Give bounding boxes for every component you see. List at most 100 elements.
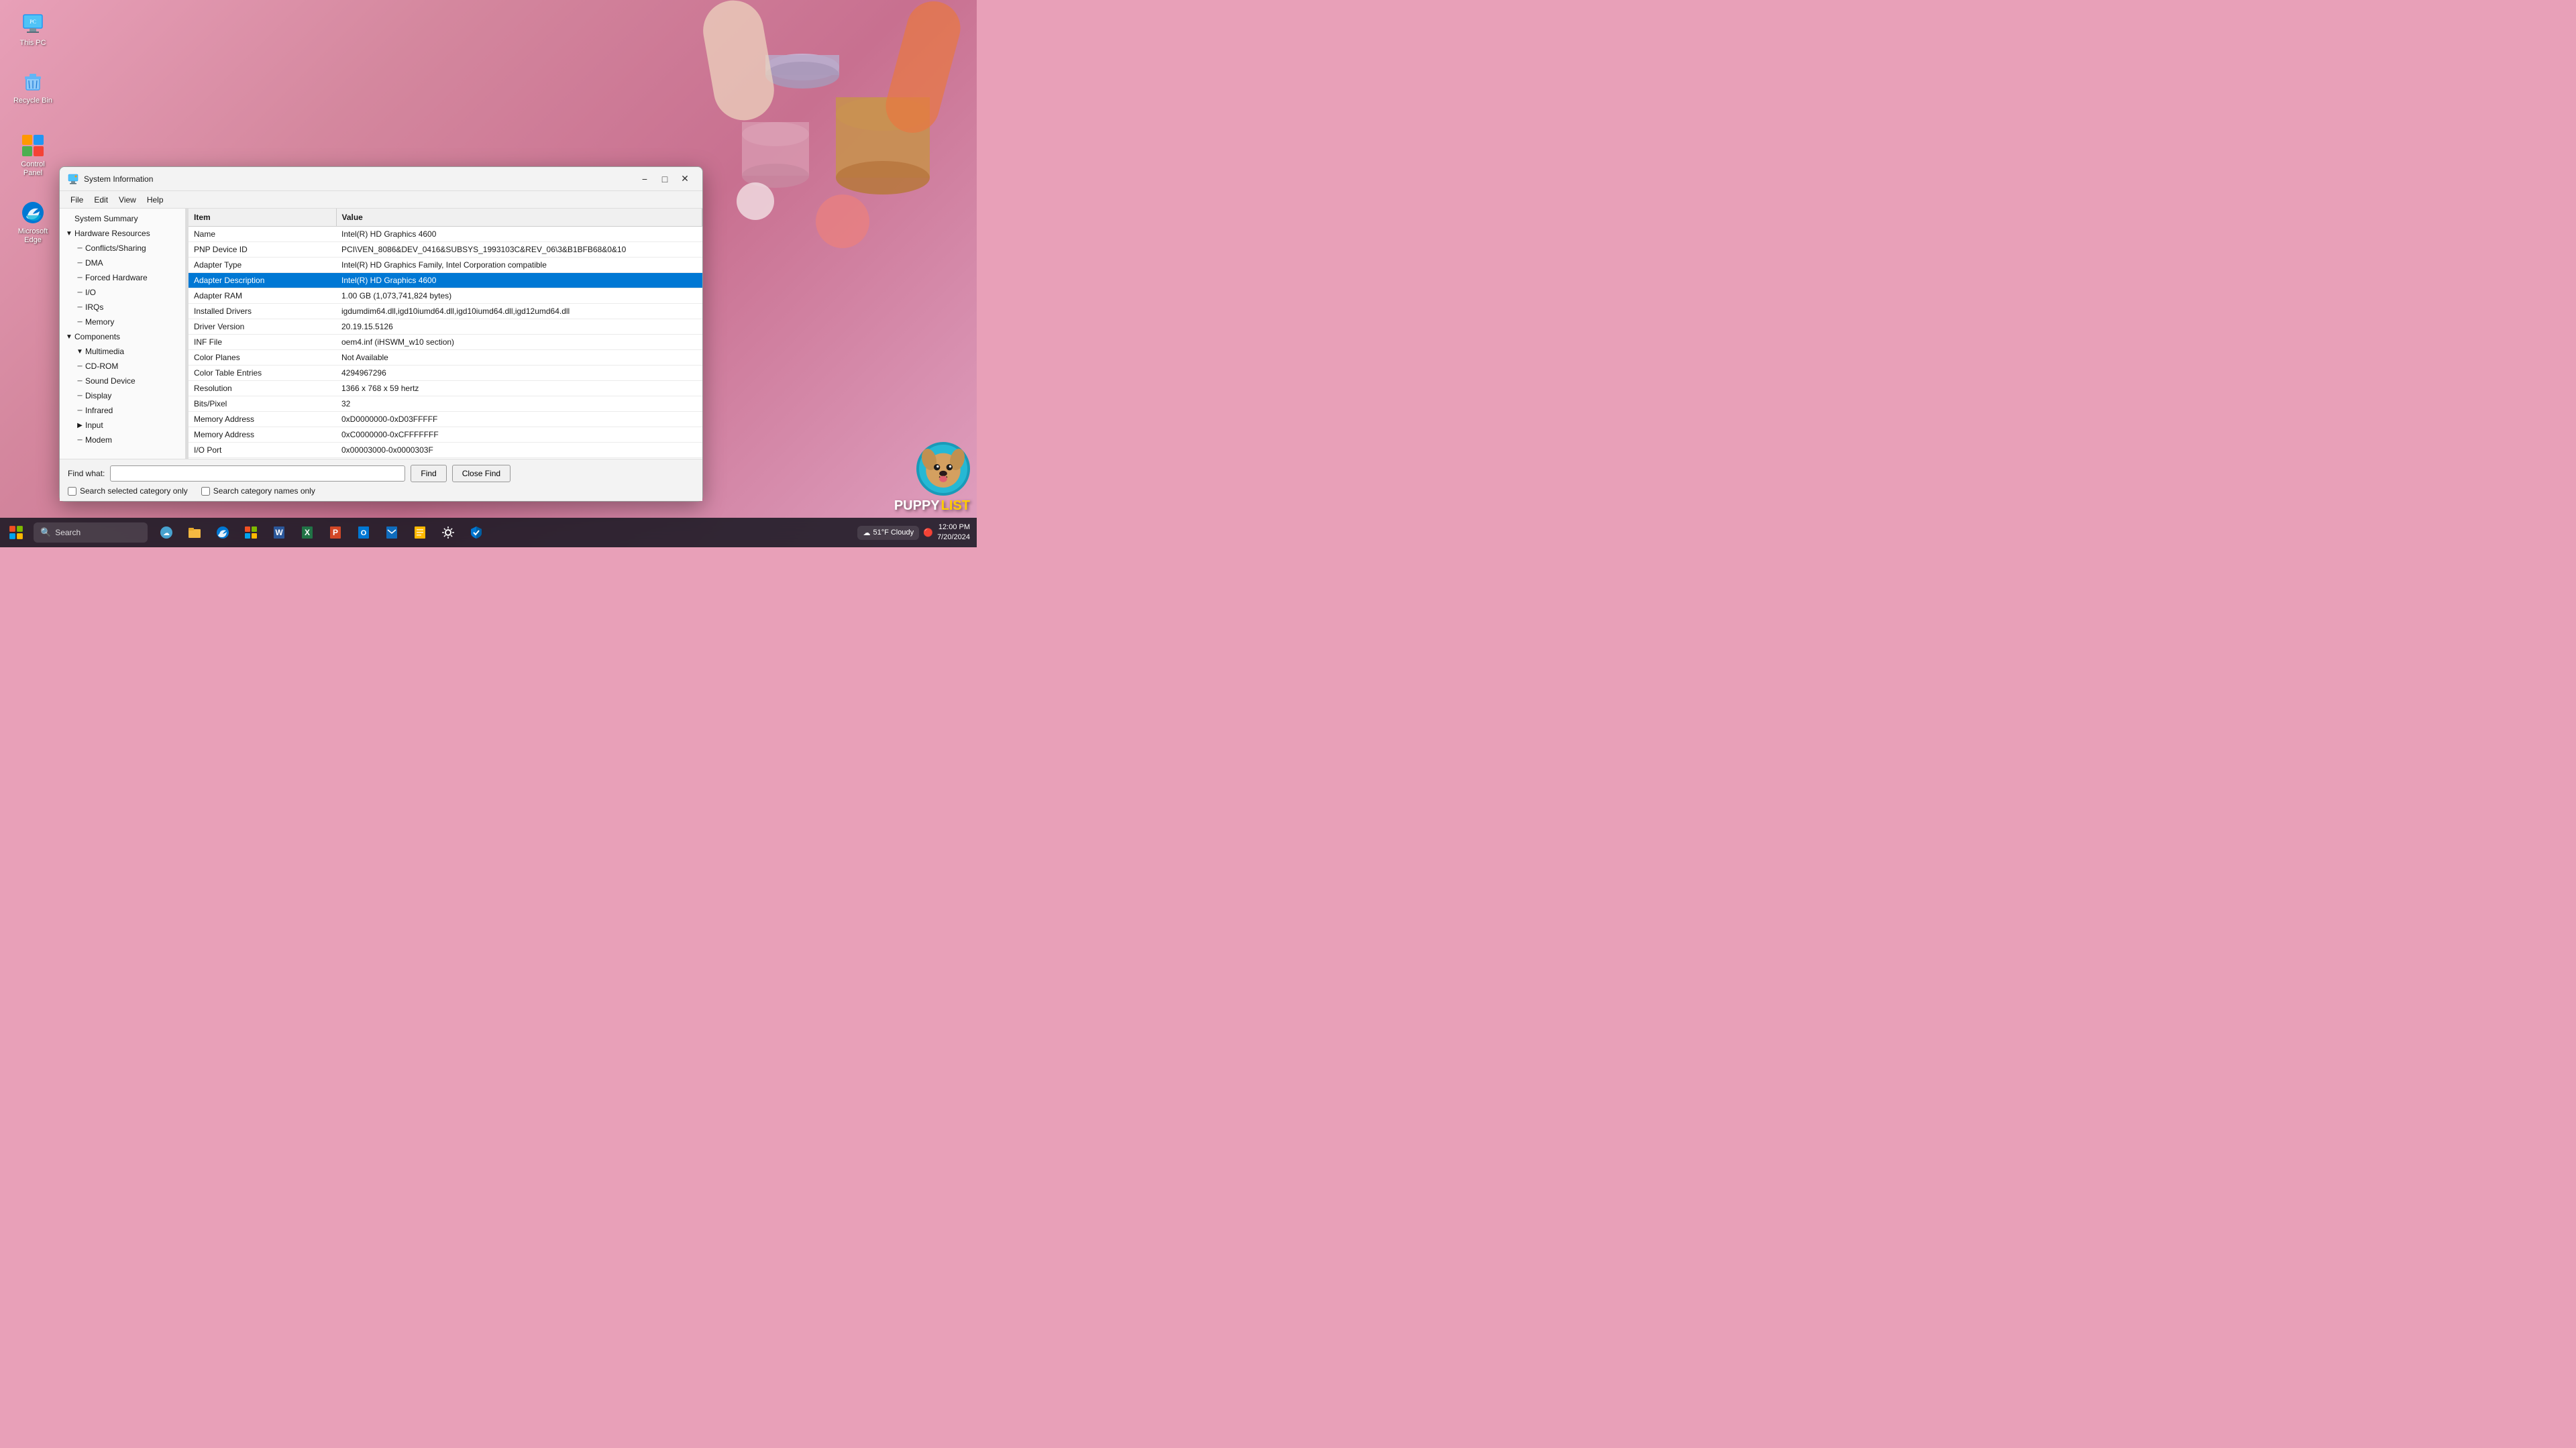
tree-label: DMA [85,258,182,268]
taskbar-search[interactable]: 🔍 Search [34,522,148,543]
start-button[interactable] [3,518,30,547]
cell-value: oem4.inf (iHSWM_w10 section) [336,335,702,350]
table-row[interactable]: Memory Address 0xD0000000-0xD03FFFFF [189,412,702,427]
desktop-icon-label-recycle-bin: Recycle Bin [13,97,52,105]
col-value: Value [336,209,702,227]
tree-label: System Summary [74,214,182,223]
table-row[interactable]: Memory Address 0xC0000000-0xCFFFFFFF [189,427,702,443]
tree-item-cd-rom[interactable]: ─CD-ROM [60,359,185,374]
taskbar-file-explorer[interactable] [181,519,208,546]
tree-expander[interactable]: ▼ [74,346,85,357]
menu-help[interactable]: Help [142,194,169,206]
tree-item-hardware-resources[interactable]: ▼Hardware Resources [60,226,185,241]
menu-edit[interactable]: Edit [89,194,113,206]
checkbox-search-selected[interactable]: Search selected category only [68,486,188,496]
taskbar-excel[interactable]: X [294,519,321,546]
taskbar-store[interactable] [237,519,264,546]
clock-date: 7/20/2024 [937,533,970,543]
taskbar-powerpoint[interactable]: P [322,519,349,546]
tree-item-multimedia[interactable]: ▼Multimedia [60,344,185,359]
puppy-watermark: PUPPY LIST [836,437,970,518]
table-row[interactable]: Adapter Description Intel(R) HD Graphics… [189,273,702,288]
tree-item-memory[interactable]: ─Memory [60,315,185,329]
taskbar: 🔍 Search ☁ [0,518,977,547]
table-row[interactable]: PNP Device ID PCI\VEN_8086&DEV_0416&SUBS… [189,242,702,258]
data-table: Item Value Name Intel(R) HD Graphics 460… [189,209,702,458]
menu-view[interactable]: View [113,194,142,206]
tree-item-modem[interactable]: ─Modem [60,433,185,447]
taskbar-word[interactable]: W [266,519,292,546]
tree-item-components[interactable]: ▼Components [60,329,185,344]
taskbar-edge[interactable] [209,519,236,546]
table-row[interactable]: Resolution 1366 x 768 x 59 hertz [189,381,702,396]
taskbar-shield[interactable] [463,519,490,546]
tray-notification[interactable]: 🔴 [923,528,933,537]
tree-panel[interactable]: System Summary ▼Hardware Resources─Confli… [60,209,186,459]
window-controls: − □ ✕ [635,171,694,187]
taskbar-clock[interactable]: 12:00 PM 7/20/2024 [937,522,970,543]
edge-icon [21,201,45,225]
table-row[interactable]: Adapter RAM 1.00 GB (1,073,741,824 bytes… [189,288,702,304]
taskbar-settings[interactable] [435,519,462,546]
window-title: System Information [84,174,635,184]
svg-text:W: W [275,528,283,537]
tree-item-conflicts/sharing[interactable]: ─Conflicts/Sharing [60,241,185,256]
desktop-icon-recycle-bin[interactable]: Recycle Bin [9,67,56,108]
table-row[interactable]: Adapter Type Intel(R) HD Graphics Family… [189,258,702,273]
menu-file[interactable]: File [65,194,89,206]
tree-item-forced-hardware[interactable]: ─Forced Hardware [60,270,185,285]
tree-item-irqs[interactable]: ─IRQs [60,300,185,315]
desktop-icon-edge[interactable]: Microsoft Edge [9,198,56,247]
table-row[interactable]: Color Planes Not Available [189,350,702,366]
desktop-icon-control-panel[interactable]: Control Panel [9,131,56,180]
table-row[interactable]: Driver Version 20.19.15.5126 [189,319,702,335]
tree-item-dma[interactable]: ─DMA [60,256,185,270]
find-button[interactable]: Find [411,465,446,482]
tree-item-display[interactable]: ─Display [60,388,185,403]
taskbar-apps: ☁ [153,519,490,546]
table-row[interactable]: I/O Port 0x00003000-0x0000303F [189,443,702,458]
taskbar-notes[interactable] [407,519,433,546]
table-row[interactable]: INF File oem4.inf (iHSWM_w10 section) [189,335,702,350]
minimize-button[interactable]: − [635,171,654,187]
taskbar-outlook[interactable]: O [350,519,377,546]
weather-icon: ☁ [863,528,870,537]
tree-item-infrared[interactable]: ─Infrared [60,403,185,418]
cell-value: Intel(R) HD Graphics 4600 [336,227,702,242]
col-item: Item [189,209,336,227]
tree-expander[interactable]: ▶ [74,420,85,431]
desktop-icon-this-pc[interactable]: PC This PC [9,9,56,50]
maximize-button[interactable]: □ [655,171,674,187]
table-row[interactable]: Color Table Entries 4294967296 [189,366,702,381]
checkbox-names-input[interactable] [201,487,210,496]
tree-item-sound-device[interactable]: ─Sound Device [60,374,185,388]
close-button[interactable]: ✕ [676,171,694,187]
main-content: System Summary ▼Hardware Resources─Confli… [60,209,702,459]
close-find-button[interactable]: Close Find [452,465,511,482]
svg-text:X: X [305,528,310,537]
table-row[interactable]: Installed Drivers igdumdim64.dll,igd10iu… [189,304,702,319]
tree-item-i/o[interactable]: ─I/O [60,285,185,300]
recycle-bin-icon [21,70,45,94]
data-panel[interactable]: Item Value Name Intel(R) HD Graphics 460… [189,209,702,459]
tree-item-input[interactable]: ▶Input [60,418,185,433]
checkbox-selected-input[interactable] [68,487,76,496]
table-row[interactable]: Bits/Pixel 32 [189,396,702,412]
tree-expander[interactable]: ▼ [64,228,74,239]
cell-value: PCI\VEN_8086&DEV_0416&SUBSYS_1993103C&RE… [336,242,702,258]
checkbox-search-names[interactable]: Search category names only [201,486,315,496]
tree-expander[interactable]: ▼ [64,331,74,342]
table-row[interactable]: Name Intel(R) HD Graphics 4600 [189,227,702,242]
svg-text:P: P [333,528,338,537]
find-input[interactable] [110,465,405,482]
window-icon [68,174,78,184]
cell-item: PNP Device ID [189,242,336,258]
monitor-icon: PC [21,12,45,36]
menu-bar: File Edit View Help [60,191,702,209]
cell-item: Driver Version [189,319,336,335]
weather-widget[interactable]: ☁ 51°F Cloudy [857,526,919,540]
tree-item-system-summary[interactable]: System Summary [60,211,185,226]
taskbar-widgets[interactable]: ☁ [153,519,180,546]
tree-label: Modem [85,435,182,445]
taskbar-outlook2[interactable] [378,519,405,546]
